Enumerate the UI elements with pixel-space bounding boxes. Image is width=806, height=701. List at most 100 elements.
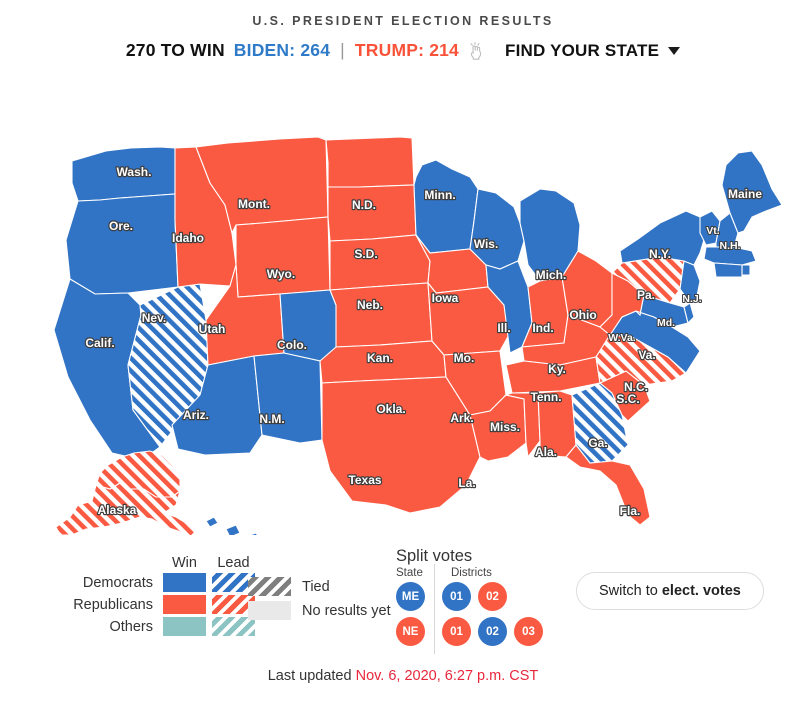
chevron-down-icon <box>668 46 681 55</box>
state-label-KS: Kan. <box>367 351 393 365</box>
legend-column-headers: Win Lead <box>62 555 255 571</box>
state-label-LA: La. <box>458 476 475 490</box>
state-label-MI: Mich. <box>536 268 567 282</box>
election-map-page: U.S. PRESIDENT ELECTION RESULTS 270 TO W… <box>0 0 806 701</box>
state-label-UT: Utah <box>199 322 226 336</box>
split-votes-grid: ME 01 02 NE 01 02 03 <box>396 564 550 654</box>
switch-button-strong: elect. votes <box>661 583 741 599</box>
state-label-NH: N.H. <box>720 240 741 252</box>
split-row-me: ME 01 02 <box>396 582 550 611</box>
state-label-AL: Ala. <box>535 445 557 459</box>
state-KS[interactable] <box>329 282 433 348</box>
state-NM[interactable] <box>253 352 323 444</box>
state-label-VT: Vt. <box>706 225 720 237</box>
state-label-IL: Ill. <box>497 321 510 335</box>
find-your-state-dropdown[interactable]: FIND YOUR STATE <box>505 40 681 61</box>
legend-col-lead: Lead <box>217 555 250 571</box>
split-col-districts: Districts <box>451 567 492 579</box>
state-TX[interactable] <box>321 376 481 514</box>
last-updated-prefix: Last updated <box>267 668 356 684</box>
switch-button-prefix: Switch to <box>599 583 662 599</box>
state-label-MO: Mo. <box>454 351 475 365</box>
state-WI[interactable] <box>469 188 525 270</box>
state-label-VA: Va. <box>638 348 655 362</box>
state-label-WY: Wyo. <box>267 267 295 281</box>
state-label-AR: Ark. <box>450 411 473 425</box>
us-map-svg[interactable]: Wash. Ore. Calif. Nev. Idaho Mont. Wyo. … <box>0 65 806 535</box>
state-label-ID: Idaho <box>172 231 204 245</box>
split-col-state: State <box>396 567 423 579</box>
state-label-ME: Maine <box>728 187 762 201</box>
state-HI-3[interactable] <box>244 532 262 535</box>
legend-row-no-results: No results yet <box>248 601 391 620</box>
state-label-IA: Iowa <box>432 291 459 305</box>
trump-total: TRUMP: 214 <box>354 40 459 60</box>
legend-row-others: Others <box>62 617 255 636</box>
legend-parties: Win Lead Democrats Republicans Others <box>62 555 255 639</box>
state-label-NC: N.C. <box>624 380 648 394</box>
state-label-AK: Alaska <box>98 503 137 517</box>
split-votes-title: Split votes <box>396 547 473 565</box>
last-updated-timestamp: Nov. 6, 2020, 6:27 p.m. CST <box>355 668 539 684</box>
state-RI[interactable] <box>741 264 751 276</box>
state-label-OK: Okla. <box>376 402 405 416</box>
find-your-state-label: FIND YOUR STATE <box>505 40 660 60</box>
state-label-SC: S.C. <box>616 392 639 406</box>
state-label-KY: Ky. <box>548 362 566 376</box>
state-label-NE: Neb. <box>357 298 383 312</box>
state-label-SD: S.D. <box>354 247 377 261</box>
state-label-IN: Ind. <box>532 321 553 335</box>
split-district-me-02[interactable]: 02 <box>478 582 507 611</box>
state-label-WI: Wis. <box>474 237 499 251</box>
state-label-CO: Colo. <box>277 338 307 352</box>
legend-swatch-other-win <box>163 617 206 636</box>
split-district-me-01[interactable]: 01 <box>442 582 471 611</box>
split-district-ne-02[interactable]: 02 <box>478 617 507 646</box>
legend-label-no-results: No results yet <box>302 602 391 619</box>
state-label-MS: Miss. <box>490 420 520 434</box>
state-WY[interactable] <box>235 216 331 298</box>
state-label-OR: Ore. <box>109 219 133 233</box>
state-NE[interactable] <box>329 234 431 291</box>
state-label-NJ: N.J. <box>682 293 701 305</box>
legend-row-republicans: Republicans <box>62 595 255 614</box>
split-state-ne[interactable]: NE <box>396 617 425 646</box>
state-label-TN: Tenn. <box>530 390 561 404</box>
state-label-CA: Calif. <box>85 336 114 350</box>
state-MN[interactable] <box>413 159 479 254</box>
split-votes-legend: Split votes State Districts ME 01 02 NE … <box>396 547 550 654</box>
state-label-PA: Pa. <box>637 288 655 302</box>
summary-separator: | <box>340 40 345 60</box>
split-votes-columns: State Districts <box>396 567 550 579</box>
state-label-NM: N.M. <box>259 412 284 426</box>
state-label-MT: Mont. <box>238 197 270 211</box>
state-SD[interactable] <box>327 184 417 242</box>
page-title: U.S. PRESIDENT ELECTION RESULTS <box>252 14 554 28</box>
split-district-ne-03[interactable]: 03 <box>514 617 543 646</box>
split-state-me[interactable]: ME <box>396 582 425 611</box>
split-district-ne-01[interactable]: 01 <box>442 617 471 646</box>
to-win-label: 270 TO WIN <box>125 40 225 60</box>
state-HI-2[interactable] <box>225 524 241 535</box>
state-label-TX: Texas <box>348 473 381 487</box>
last-updated-footer: Last updated Nov. 6, 2020, 6:27 p.m. CST <box>0 668 806 684</box>
state-label-WV: W.Va. <box>608 332 636 344</box>
legend-swatch-democrat-win <box>163 573 206 592</box>
state-CT[interactable] <box>713 262 743 278</box>
state-HI-1[interactable] <box>205 516 219 528</box>
legend-col-win: Win <box>172 555 197 571</box>
legend-label-tied: Tied <box>302 578 330 595</box>
biden-total: BIDEN: 264 <box>233 40 331 60</box>
state-ND[interactable] <box>325 136 415 188</box>
state-label-NV: Nev. <box>142 311 166 325</box>
state-label-WA: Wash. <box>117 165 152 179</box>
hand-pointer-icon <box>468 41 484 60</box>
state-label-ND: N.D. <box>352 198 376 212</box>
legend-label-democrats: Democrats <box>82 574 153 591</box>
us-election-map[interactable]: Wash. Ore. Calif. Nev. Idaho Mont. Wyo. … <box>0 65 806 535</box>
state-OR[interactable] <box>65 193 179 295</box>
split-divider <box>434 564 435 654</box>
legend-label-republicans: Republicans <box>73 596 153 613</box>
state-label-OH: Ohio <box>569 308 596 322</box>
switch-to-electoral-votes-button[interactable]: Switch to elect. votes <box>576 572 764 610</box>
